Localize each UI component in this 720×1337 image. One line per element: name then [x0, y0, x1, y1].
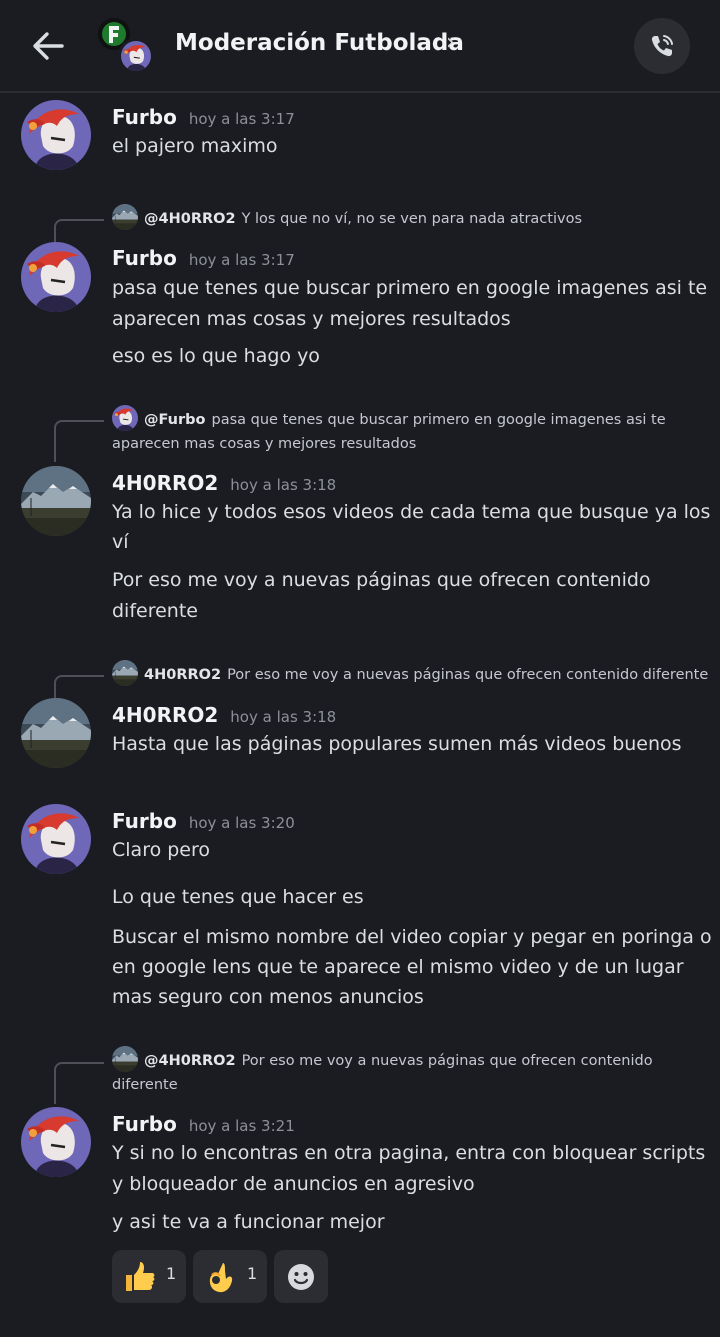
- message-text: Lo que tenes que hacer es: [112, 886, 364, 908]
- ok-hand-icon: [209, 1263, 233, 1293]
- message-author[interactable]: Furbo hoy a las 3:21: [112, 1112, 295, 1136]
- group-avatar[interactable]: [98, 18, 158, 78]
- channel-title[interactable]: Moderación Futbolada: [175, 30, 464, 56]
- message-timestamp: hoy a las 3:20: [188, 814, 295, 832]
- message-text: mas seguro con menos anuncios: [112, 986, 424, 1008]
- reply-preview[interactable]: 4H0RRO2 Por eso me voy a nuevas páginas q…: [112, 662, 708, 688]
- message-timestamp: hoy a las 3:18: [230, 708, 337, 726]
- message-timestamp: hoy a las 3:17: [188, 251, 295, 269]
- reply-preview[interactable]: @Furbo pasa que tenes que buscar primero …: [112, 407, 672, 456]
- reply-avatar: [112, 660, 138, 686]
- reply-spine: [54, 1062, 104, 1104]
- message-text: aparecen mas cosas y mejores resultados: [112, 308, 511, 330]
- call-button[interactable]: [634, 18, 690, 74]
- message-author[interactable]: Furbo hoy a las 3:20: [112, 809, 295, 833]
- message-text: eso es lo que hago yo: [112, 345, 320, 367]
- reaction-ok-hand[interactable]: 1: [193, 1250, 267, 1303]
- message-text: en google lens que te aparece el mismo v…: [112, 956, 684, 978]
- message-text: Ya lo hice y todos esos videos de cada t…: [112, 501, 711, 523]
- message-author[interactable]: 4H0RRO2 hoy a las 3:18: [112, 703, 336, 727]
- avatar-4h0rro2[interactable]: [21, 698, 91, 768]
- reaction-thumbs-up[interactable]: 1: [112, 1250, 186, 1303]
- message-text: el pajero maximo: [112, 135, 278, 157]
- reply-avatar: [112, 405, 138, 431]
- chevron-right-icon[interactable]: ›: [446, 30, 455, 55]
- message-text: diferente: [112, 600, 198, 622]
- message-author[interactable]: Furbo hoy a las 3:17: [112, 105, 295, 129]
- add-reaction-button[interactable]: [274, 1250, 328, 1303]
- phone-call-icon: [651, 35, 673, 57]
- avatar-furbo[interactable]: [21, 804, 91, 874]
- message-text: y asi te va a funcionar mejor: [112, 1211, 385, 1233]
- thumbs-up-icon: [126, 1262, 155, 1291]
- reaction-count: 1: [247, 1264, 258, 1283]
- chat-header: Moderación Futbolada ›: [0, 0, 720, 93]
- reaction-count: 1: [166, 1264, 177, 1283]
- reply-preview[interactable]: @4H0RRO2 Y los que no ví, no se ven para …: [112, 206, 582, 232]
- arrow-left-icon: [33, 32, 64, 60]
- message-text: y bloqueador de anuncios en agresivo: [112, 1173, 475, 1195]
- message-timestamp: hoy a las 3:21: [188, 1117, 295, 1135]
- reply-preview[interactable]: @4H0RRO2 Por eso me voy a nuevas páginas …: [112, 1048, 672, 1097]
- message-text: Buscar el mismo nombre del video copiar …: [112, 926, 712, 948]
- message-text: Y si no lo encontras en otra pagina, ent…: [112, 1142, 706, 1164]
- back-button[interactable]: [28, 26, 72, 66]
- message-text: Claro pero: [112, 839, 211, 861]
- message-text: ví: [112, 531, 129, 553]
- message-text: pasa que tenes que buscar primero en goo…: [112, 277, 708, 299]
- reply-avatar: [112, 204, 138, 230]
- reply-spine: [54, 675, 104, 699]
- avatar-4h0rro2[interactable]: [21, 466, 91, 536]
- message-author[interactable]: 4H0RRO2 hoy a las 3:18: [112, 471, 336, 495]
- reply-spine: [54, 219, 104, 245]
- message-timestamp: hoy a las 3:18: [230, 476, 337, 494]
- reply-spine: [54, 420, 104, 462]
- message-timestamp: hoy a las 3:17: [188, 110, 295, 128]
- avatar-furbo[interactable]: [21, 1107, 91, 1177]
- add-reaction-icon: [288, 1264, 314, 1290]
- message-text: Hasta que las páginas populares sumen má…: [112, 733, 682, 755]
- group-avatar-member: [118, 38, 154, 74]
- avatar-furbo[interactable]: [21, 242, 91, 312]
- reply-avatar: [112, 1046, 138, 1072]
- message-text: Por eso me voy a nuevas páginas que ofre…: [112, 569, 651, 591]
- avatar-furbo[interactable]: [21, 100, 91, 170]
- message-author[interactable]: Furbo hoy a las 3:17: [112, 246, 295, 270]
